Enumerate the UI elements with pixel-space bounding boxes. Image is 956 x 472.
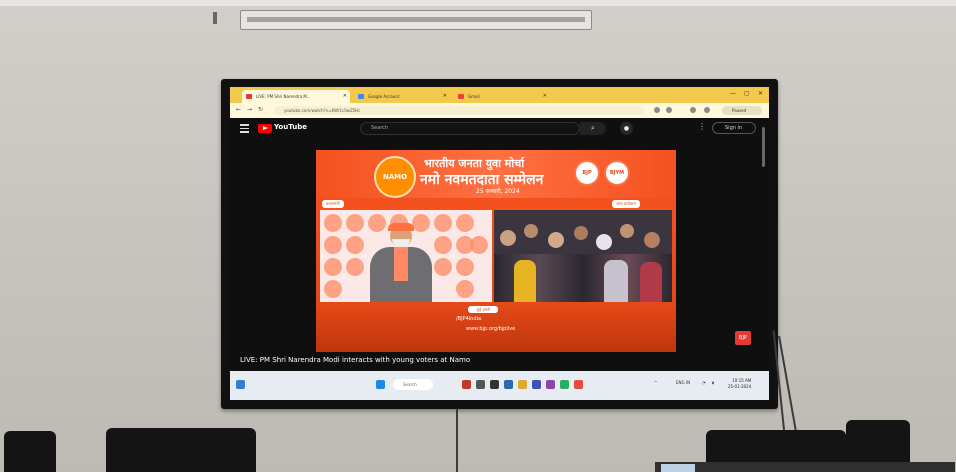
social-handle: /BJP4India bbox=[456, 316, 482, 322]
chair bbox=[4, 431, 56, 472]
channel-watermark: BJP bbox=[735, 331, 751, 345]
app-icon[interactable] bbox=[546, 380, 555, 389]
downloads-icon[interactable] bbox=[690, 107, 696, 113]
address-bar-row: ← → ↻ youtube.com/watch?v=KWr1cSwZ5Hc Pa… bbox=[230, 103, 769, 118]
left-pane-label: प्रधानमंत्री bbox=[322, 200, 344, 208]
ceiling bbox=[0, 0, 956, 6]
follow-pill: जुड़ें हमसे bbox=[468, 306, 498, 313]
profile-button[interactable]: Paused bbox=[722, 106, 762, 115]
minimize-icon[interactable]: — bbox=[730, 90, 736, 97]
youtube-logo-icon[interactable] bbox=[258, 124, 272, 133]
google-favicon-icon bbox=[358, 94, 364, 99]
file-explorer-icon[interactable] bbox=[518, 380, 527, 389]
wifi-icon[interactable]: ◔ bbox=[702, 380, 706, 385]
wall-hook bbox=[213, 12, 217, 24]
app-icon[interactable] bbox=[574, 380, 583, 389]
edge-icon[interactable] bbox=[504, 380, 513, 389]
volume-icon[interactable]: ◖ bbox=[712, 380, 714, 385]
app-icon[interactable] bbox=[490, 380, 499, 389]
close-icon[interactable]: ✕ bbox=[443, 90, 447, 103]
search-input[interactable]: Search bbox=[360, 122, 580, 135]
bjym-logo: BJYM bbox=[604, 160, 630, 186]
website-text: www.bjp.org/bjplive bbox=[466, 326, 516, 332]
tab-youtube[interactable]: LIVE: PM Shri Narendra M... ✕ bbox=[242, 90, 350, 103]
clock-date: 25-01-2024 bbox=[728, 384, 752, 389]
banner-title-line1: भारतीय जनता युवा मोर्चा bbox=[424, 157, 525, 170]
speaker-pane bbox=[320, 210, 492, 302]
wall-monitor: LIVE: PM Shri Narendra M... ✕ Google Acc… bbox=[221, 79, 778, 409]
task-view-icon[interactable] bbox=[476, 380, 485, 389]
tab-gmail[interactable]: Gmail ✕ bbox=[454, 90, 550, 103]
tube-light bbox=[240, 10, 592, 30]
chrome-icon[interactable] bbox=[560, 380, 569, 389]
right-pane-label: अन्य कार्यक्रम bbox=[612, 200, 640, 208]
monitor-screen: LIVE: PM Shri Narendra M... ✕ Google Acc… bbox=[230, 87, 769, 400]
tab-google-account[interactable]: Google Account ✕ bbox=[354, 90, 450, 103]
youtube-logo-text[interactable]: YouTube bbox=[274, 123, 307, 131]
forward-icon[interactable]: → bbox=[247, 106, 252, 113]
maximize-icon[interactable]: ▢ bbox=[744, 90, 750, 97]
youtube-header: YouTube Search ⌕ ● ⋮ Sign in bbox=[230, 118, 769, 140]
microphone-icon[interactable]: ● bbox=[620, 122, 633, 135]
tray-chevron-icon[interactable]: ^ bbox=[654, 380, 657, 385]
taskbar-clock[interactable]: 10:15 AM 25-01-2024 bbox=[728, 378, 751, 390]
reload-icon[interactable]: ↻ bbox=[258, 106, 263, 113]
overlay-strip bbox=[655, 462, 955, 472]
gmail-favicon-icon bbox=[458, 94, 464, 99]
close-icon[interactable]: ✕ bbox=[543, 90, 547, 103]
speaker-figure bbox=[366, 223, 436, 302]
sidebar-icon[interactable] bbox=[704, 107, 710, 113]
banner-date: 25 जनवरी, 2024 bbox=[476, 188, 520, 195]
taskbar-search[interactable]: Search bbox=[393, 379, 433, 390]
extension-icon[interactable] bbox=[654, 107, 660, 113]
tab-label: Google Account bbox=[368, 94, 400, 99]
video-title: LIVE: PM Shri Narendra Modi interacts wi… bbox=[240, 356, 471, 364]
back-icon[interactable]: ← bbox=[236, 106, 241, 113]
widgets-icon[interactable] bbox=[236, 380, 245, 389]
app-icon[interactable] bbox=[462, 380, 471, 389]
chair bbox=[106, 428, 256, 472]
tab-label: Gmail bbox=[468, 94, 480, 99]
hdmi-cable bbox=[456, 409, 458, 472]
bookmark-icon[interactable] bbox=[666, 107, 672, 113]
sign-in-button[interactable]: Sign in bbox=[712, 122, 756, 134]
url-field[interactable]: youtube.com/watch?v=KWr1cSwZ5Hc bbox=[274, 106, 644, 115]
youtube-favicon-icon bbox=[246, 94, 252, 99]
namo-logo: NAMO bbox=[374, 156, 416, 198]
close-icon[interactable]: ✕ bbox=[343, 90, 347, 103]
close-window-icon[interactable]: ✕ bbox=[758, 90, 763, 97]
audience-pane bbox=[494, 210, 672, 302]
more-options-icon[interactable]: ⋮ bbox=[698, 122, 706, 131]
menu-icon[interactable] bbox=[240, 124, 249, 133]
video-player[interactable]: NAMO भारतीय जनता युवा मोर्चा नमो नवमतदात… bbox=[316, 150, 676, 352]
tab-label: LIVE: PM Shri Narendra M... bbox=[256, 94, 311, 99]
windows-taskbar: Search ^ ENG IN ◔ ◖ 10:15 AM 25-01-2024 bbox=[230, 371, 769, 400]
browser-tab-strip: LIVE: PM Shri Narendra M... ✕ Google Acc… bbox=[230, 87, 769, 103]
language-indicator[interactable]: ENG IN bbox=[676, 380, 690, 385]
bjp-logo: BJP bbox=[574, 160, 600, 186]
store-icon[interactable] bbox=[532, 380, 541, 389]
search-icon[interactable]: ⌕ bbox=[580, 122, 606, 135]
scrollbar[interactable] bbox=[762, 127, 765, 167]
windows-start-icon[interactable] bbox=[376, 380, 385, 389]
